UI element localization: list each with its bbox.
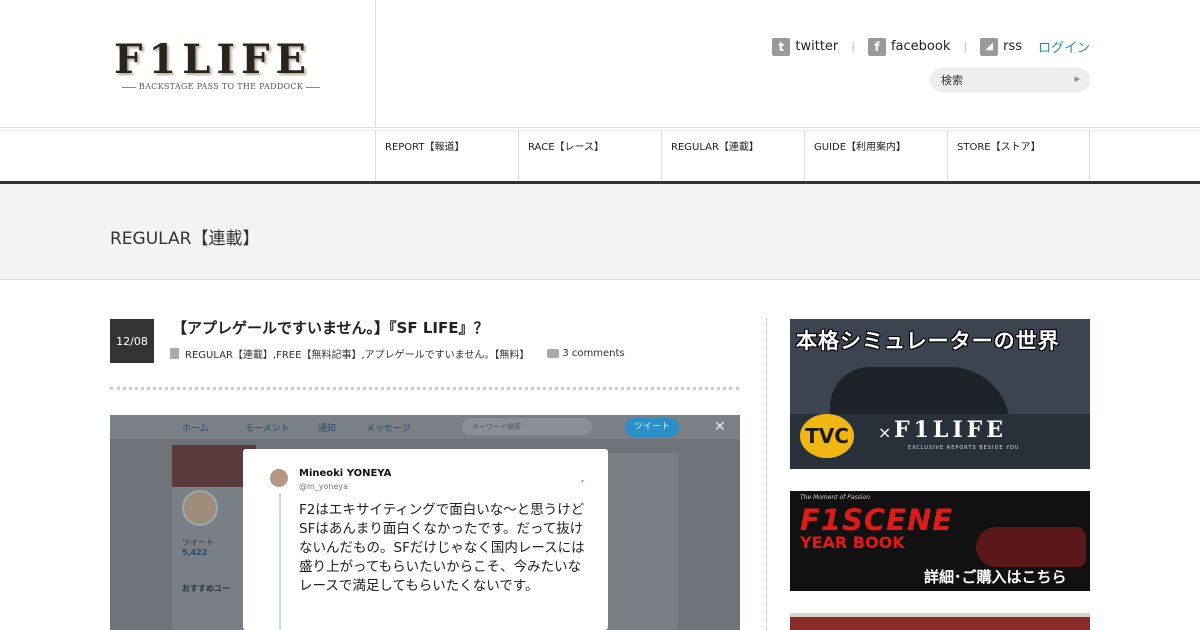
sidebar-banner-partial[interactable] xyxy=(790,613,1090,630)
close-icon: ✕ xyxy=(714,419,726,435)
category-band: REGULAR【連載】 xyxy=(0,184,1200,280)
banner-strip xyxy=(790,613,1090,617)
rss-label: rss xyxy=(1003,39,1022,54)
post-divider xyxy=(110,387,739,390)
yearbook-label: YEAR BOOK xyxy=(800,533,905,552)
logo-tagline: BACKSTAGE PASS TO THE PADDOCK xyxy=(114,82,328,91)
twitter-topbar: ホーム モーメント 通知 メッセージ キーワード検索 ツイート ✕ xyxy=(110,415,740,439)
site-header: F1LIFE BACKSTAGE PASS TO THE PADDOCK t t… xyxy=(0,0,1200,128)
post-comments[interactable]: 3 comments xyxy=(562,348,624,359)
tweet-card: Mineoki YONEYA @m_yoneya ⌄ F2はエキサイティングで面… xyxy=(243,449,608,630)
yearbook-cta: 詳細･ご購入はこちら xyxy=(924,568,1067,586)
race-car-graphic xyxy=(976,527,1086,567)
twitter-icon: t xyxy=(772,37,791,56)
simulator-banner-title: 本格シミュレーターの世界 xyxy=(796,329,1060,353)
divider: | xyxy=(851,40,855,53)
simulator-banner[interactable]: 本格シミュレーターの世界 TVC × F1LIFE EXCLUSIVE REPO… xyxy=(790,319,1090,469)
avatar xyxy=(182,490,218,526)
search-input[interactable]: 検索 ▶ xyxy=(930,68,1090,92)
banner-cross: × xyxy=(878,423,892,442)
tweet-author-name: Mineoki YONEYA xyxy=(299,468,392,479)
twitter-side-panel xyxy=(608,453,678,630)
post-categories[interactable]: REGULAR【連載】,FREE【無料記事】,アプレゲールですいません。【無料】 xyxy=(185,346,529,361)
yearbook-title: F1SCENE xyxy=(800,503,954,537)
logo-wordmark: F1LIFE xyxy=(114,36,312,83)
post-date: 12/08 xyxy=(110,319,154,363)
sidebar-divider xyxy=(766,319,767,630)
search-placeholder: 検索 xyxy=(941,74,963,87)
twitter-notifications-tab: 通知 xyxy=(318,424,337,434)
social-links: t twitter | f facebook | ◢ rss ログイン xyxy=(772,37,1090,56)
site-logo[interactable]: F1LIFE BACKSTAGE PASS TO THE PADDOCK xyxy=(114,36,328,92)
twitter-link[interactable]: t twitter xyxy=(772,37,839,56)
banner-brand-sub: EXCLUSIVE REPORTS BESIDE YOU xyxy=(908,445,1020,451)
main-nav: REPORT【報道】 RACE【レース】 REGULAR【連載】 GUIDE【利… xyxy=(375,130,1090,181)
chevron-down-icon: ⌄ xyxy=(579,475,586,484)
nav-item-regular[interactable]: REGULAR【連載】 xyxy=(661,130,804,181)
twitter-messages-tab: メッセージ xyxy=(366,424,411,434)
facebook-label: facebook xyxy=(890,39,951,54)
profile-tweets-label: ツイート xyxy=(182,538,214,547)
twitter-tweet-button: ツイート xyxy=(625,418,679,437)
search-arrow-icon[interactable]: ▶ xyxy=(1075,75,1080,83)
profile-tweets-count: 5,422 xyxy=(182,548,208,557)
twitter-search: キーワード検索 xyxy=(462,418,592,435)
nav-item-guide[interactable]: GUIDE【利用案内】 xyxy=(804,130,947,181)
post-title[interactable]: 【アプレゲールですいません。】『SF LIFE』？ xyxy=(172,317,488,338)
tweet-thread-line xyxy=(279,493,281,630)
logo-cell: F1LIFE BACKSTAGE PASS TO THE PADDOCK xyxy=(0,0,376,128)
banner-brand: F1LIFE xyxy=(894,417,1008,443)
yearbook-tagline: The Moment of Passion xyxy=(800,494,870,501)
divider: | xyxy=(963,40,968,53)
post-meta: REGULAR【連載】,FREE【無料記事】,アプレゲールですいません。【無料】… xyxy=(170,346,625,361)
login-link[interactable]: ログイン xyxy=(1038,37,1090,56)
twitter-moments-tab: モーメント xyxy=(245,424,290,434)
nav-border xyxy=(0,127,1200,128)
post-featured-image[interactable]: ホーム モーメント 通知 メッセージ キーワード検索 ツイート ✕ ツイート 5… xyxy=(110,415,740,630)
facebook-link[interactable]: f facebook xyxy=(867,37,951,56)
twitter-label: twitter xyxy=(795,39,839,54)
nav-item-race[interactable]: RACE【レース】 xyxy=(518,130,661,181)
facebook-icon: f xyxy=(867,37,886,56)
category-title: REGULAR【連載】 xyxy=(110,229,260,249)
avatar xyxy=(270,469,288,487)
tvc-logo: TVC xyxy=(800,414,854,458)
document-icon xyxy=(170,348,179,359)
tweet-author-handle: @m_yoneya xyxy=(299,482,349,491)
nav-item-store[interactable]: STORE【ストア】 xyxy=(947,130,1090,181)
rss-link[interactable]: ◢ rss xyxy=(980,37,1022,56)
rss-icon: ◢ xyxy=(980,37,999,56)
recommend-heading: おすすめユー xyxy=(182,584,230,593)
comment-icon xyxy=(547,349,560,358)
tweet-text: F2はエキサイティングで面白いな〜と思うけどSFはあんまり面白くなかったです。だ… xyxy=(299,502,585,594)
nav-item-report[interactable]: REPORT【報道】 xyxy=(375,130,518,181)
twitter-home-tab: ホーム xyxy=(182,424,209,434)
yearbook-banner[interactable]: The Moment of Passion F1SCENE YEAR BOOK … xyxy=(790,491,1090,591)
